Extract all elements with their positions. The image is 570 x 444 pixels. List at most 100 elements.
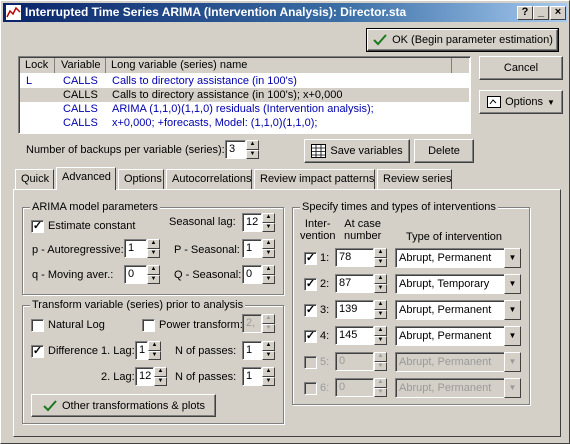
save-variables-button[interactable]: Save variables [304,139,410,163]
help-button[interactable]: ? [517,6,533,20]
case-number-value[interactable]: 87 [335,274,374,293]
passes2-value[interactable]: 1 [242,367,262,386]
spin-up-icon[interactable]: ▲ [262,341,275,351]
list-item[interactable]: CALLS x+0,000; +forecasts, Model: (1,1,0)… [20,116,469,130]
p-value[interactable]: 1 [124,239,147,258]
header-long-name[interactable]: Long variable (series) name [106,58,452,73]
case-number-value[interactable]: 139 [335,300,374,319]
power-transform-checkbox[interactable] [142,319,155,332]
header-lock[interactable]: Lock [20,58,55,73]
spin-down-icon[interactable]: ▼ [154,376,167,386]
case-number-spinner[interactable]: 87 ▲ ▼ [335,274,387,293]
lag2-value[interactable]: 12 [135,367,154,386]
chevron-down-icon[interactable]: ▼ [504,274,521,294]
spin-down-icon[interactable]: ▼ [374,309,387,319]
intervention-checkbox[interactable]: ✓ [304,252,317,265]
spin-down-icon[interactable]: ▼ [147,274,160,284]
spin-up-icon[interactable]: ▲ [374,274,387,284]
spin-down-icon[interactable]: ▼ [147,248,160,258]
Q-seasonal-value[interactable]: 0 [242,265,262,284]
minimize-button[interactable]: _ [533,6,549,20]
chevron-down-icon[interactable]: ▼ [504,326,521,346]
other-transformations-button[interactable]: Other transformations & plots [31,394,216,417]
close-button[interactable]: × [550,6,566,20]
spin-down-icon[interactable]: ▼ [374,257,387,267]
spin-up-icon[interactable]: ▲ [374,248,387,258]
intervention-checkbox[interactable]: ✓ [304,278,317,291]
case-number-spinner[interactable]: 145 ▲ ▼ [335,326,387,345]
spin-up-icon[interactable]: ▲ [374,300,387,310]
spin-down-icon[interactable]: ▼ [262,222,275,232]
case-number-value[interactable]: 145 [335,326,374,345]
difference-checkbox[interactable]: ✓ [31,345,44,358]
lag2-spinner[interactable]: 12 ▲ ▼ [135,367,167,386]
list-item[interactable]: L CALLS Calls to directory assistance (in … [20,74,469,88]
lag1-spinner[interactable]: 1 ▲ ▼ [135,341,161,360]
list-item[interactable]: CALLS Calls to directory assistance (in 1… [20,88,469,102]
spin-down-icon[interactable]: ▼ [262,248,275,258]
spin-up-icon[interactable]: ▲ [262,213,275,223]
tab-options[interactable]: Options [118,169,164,189]
spin-up-icon[interactable]: ▲ [374,326,387,336]
title-bar[interactable]: Interrupted Time Series ARIMA (Intervent… [3,3,567,22]
chevron-down-icon[interactable]: ▼ [504,300,521,320]
intervention-type-select[interactable]: Abrupt, Permanent ▼ [395,326,521,346]
spin-down-icon[interactable]: ▼ [262,350,275,360]
P-seasonal-value[interactable]: 1 [242,239,262,258]
spin-down-icon[interactable]: ▼ [262,274,275,284]
intervention-type-select[interactable]: Abrupt, Permanent ▼ [395,300,521,320]
spin-down-icon[interactable]: ▼ [374,283,387,293]
options-button[interactable]: Options ▼ [479,90,563,114]
spin-up-icon[interactable]: ▲ [147,239,160,249]
delete-button[interactable]: Delete [414,139,474,163]
intervention-type-select[interactable]: Abrupt, Temporary ▼ [395,274,521,294]
natural-log-checkbox[interactable] [31,319,44,332]
backups-value[interactable]: 3 [225,140,246,159]
intervention-checkbox[interactable] [304,356,317,369]
spin-down-icon[interactable]: ▼ [262,376,275,386]
seasonal-lag-value[interactable]: 12 [242,213,262,232]
passes1-spinner[interactable]: 1 ▲ ▼ [242,341,275,360]
chevron-down-icon[interactable]: ▼ [504,248,521,268]
q-spinner[interactable]: 0 ▲ ▼ [124,265,160,284]
spin-down-icon[interactable]: ▼ [148,350,161,360]
spin-up-icon[interactable]: ▲ [147,265,160,275]
case-number-spinner[interactable]: 139 ▲ ▼ [335,300,387,319]
intervention-checkbox[interactable] [304,382,317,395]
Q-seasonal-spinner[interactable]: 0 ▲ ▼ [242,265,275,284]
tab-review-series[interactable]: Review series [377,169,452,189]
spin-up-icon[interactable]: ▲ [246,140,259,150]
tab-autocorrelations[interactable]: Autocorrelations [166,169,252,189]
list-header: Lock Variable Long variable (series) nam… [20,58,469,73]
cancel-button[interactable]: Cancel [479,56,563,80]
passes2-spinner[interactable]: 1 ▲ ▼ [242,367,275,386]
spin-down-icon[interactable]: ▼ [374,335,387,345]
intervention-type-select[interactable]: Abrupt, Permanent ▼ [395,248,521,268]
spin-up-icon[interactable]: ▲ [262,265,275,275]
seasonal-lag-spinner[interactable]: 12 ▲ ▼ [242,213,275,232]
intervention-checkbox[interactable]: ✓ [304,304,317,317]
spin-up-icon[interactable]: ▲ [262,239,275,249]
estimate-constant-checkbox[interactable]: ✓ [31,220,44,233]
header-variable[interactable]: Variable [55,58,106,73]
intervention-checkbox[interactable]: ✓ [304,330,317,343]
list-item[interactable]: CALLS ARIMA (1,1,0)(1,1,0) residuals (Int… [20,102,469,116]
tab-quick[interactable]: Quick [15,169,54,189]
spin-down-icon[interactable]: ▼ [246,149,259,159]
q-value[interactable]: 0 [124,265,147,284]
case-number-spinner[interactable]: 78 ▲ ▼ [335,248,387,267]
spin-up-icon[interactable]: ▲ [154,367,167,377]
lag2-label: 2. Lag: [101,371,135,383]
backups-spinner[interactable]: 3 ▲ ▼ [225,140,259,159]
P-seasonal-spinner[interactable]: 1 ▲ ▼ [242,239,275,258]
case-number-value[interactable]: 78 [335,248,374,267]
p-spinner[interactable]: 1 ▲ ▼ [124,239,160,258]
passes1-value[interactable]: 1 [242,341,262,360]
spin-up-icon[interactable]: ▲ [262,367,275,377]
spin-up-icon[interactable]: ▲ [148,341,161,351]
tab-advanced[interactable]: Advanced [56,167,116,190]
tab-review-impact-patterns[interactable]: Review impact patterns [254,169,375,189]
lag1-value[interactable]: 1 [135,341,148,360]
variables-list[interactable]: Lock Variable Long variable (series) nam… [18,56,471,134]
ok-button[interactable]: OK (Begin parameter estimation) [366,28,559,52]
